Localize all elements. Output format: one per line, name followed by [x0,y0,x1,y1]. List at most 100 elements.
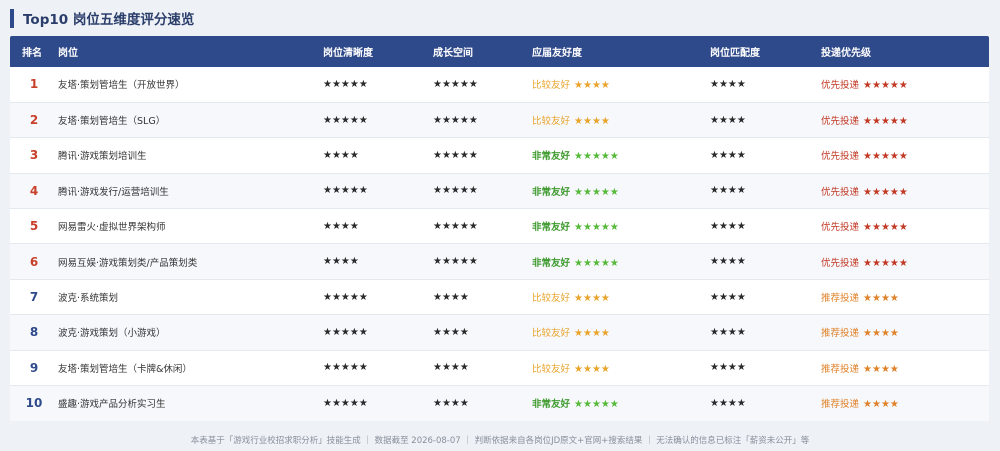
priority-label: 推荐投递 [821,399,860,411]
clarity-stars: ★★★★ [323,220,359,232]
growth-stars: ★★★★★ [433,256,478,268]
friendliness-rating: 比较友好 ★★★★ [532,102,710,137]
rank-cell: 5 [10,209,58,244]
match-rating: ★★★★ [710,67,821,102]
growth-rating: ★★★★ [433,350,532,385]
priority-stars: ★★★★★ [863,151,908,163]
growth-rating: ★★★★★ [433,173,532,208]
clarity-rating: ★★★★★ [323,173,433,208]
growth-stars: ★★★★ [433,326,469,338]
friendliness-label: 非常友好 [532,222,571,234]
rank-number: 9 [29,360,39,375]
rank-number: 6 [29,254,39,269]
position-name: 网易互娱·游戏策划类/产品策划类 [58,257,198,269]
ranking-table-card: 排名 岗位 岗位清晰度 成长空间 应届友好度 岗位匹配度 投递优先级 1 友塔·策… [10,36,989,421]
priority-label: 推荐投递 [821,293,860,305]
growth-stars: ★★★★★ [433,185,478,197]
clarity-rating: ★★★★ [323,138,433,173]
table-row[interactable]: 5 网易雷火·虚拟世界架构师 ★★★★ ★★★★★ 非常友好 ★★★★★ ★★★★ 优先投递 ★… [10,208,989,244]
growth-rating: ★★★★ [433,386,532,421]
growth-rating: ★★★★ [433,315,532,350]
friendliness-rating: 比较友好 ★★★★ [532,67,710,102]
rank-number: 7 [29,290,39,305]
clarity-rating: ★★★★★ [323,102,433,137]
clarity-stars: ★★★★★ [323,326,368,338]
priority-stars: ★★★★★ [863,257,908,269]
priority-rating: 优先投递 ★★★★★ [821,102,989,137]
rank-cell: 10 [10,386,58,421]
column-header-friendliness: 应届友好度 [532,48,582,59]
column-header-rank: 排名 [22,48,42,59]
table-row[interactable]: 6 网易互娱·游戏策划类/产品策划类 ★★★★ ★★★★★ 非常友好 ★★★★★ ★★★★ 优… [10,243,989,280]
priority-stars: ★★★★ [863,328,899,340]
clarity-stars: ★★★★ [323,149,359,161]
clarity-stars: ★★★★★ [323,114,368,126]
match-stars: ★★★★ [710,114,746,126]
friendliness-stars: ★★★★ [574,80,610,92]
match-stars: ★★★★ [710,326,746,338]
match-rating: ★★★★ [710,244,821,279]
growth-stars: ★★★★ [433,291,469,303]
friendliness-label: 非常友好 [532,257,571,269]
table-row[interactable]: 1 友塔·策划管培生（开放世界） ★★★★★ ★★★★★ 比较友好 ★★★★ ★★★★ 优先投… [10,67,989,102]
priority-rating: 优先投递 ★★★★★ [821,244,989,279]
growth-rating: ★★★★★ [433,244,532,279]
friendliness-stars: ★★★★★ [574,186,619,198]
rank-number: 10 [25,396,43,411]
match-rating: ★★★★ [710,386,821,421]
title-accent-bar [10,8,14,28]
clarity-rating: ★★★★★ [323,279,433,314]
table-header-row: 排名 岗位 岗位清晰度 成长空间 应届友好度 岗位匹配度 投递优先级 [10,36,989,67]
match-rating: ★★★★ [710,209,821,244]
table-row[interactable]: 8 波克·游戏策划（小游戏） ★★★★★ ★★★★ 比较友好 ★★★★ ★★★★ 推荐投递 ★★… [10,314,989,351]
rank-number: 3 [29,148,39,163]
friendliness-stars: ★★★★★ [574,399,619,411]
priority-stars: ★★★★★ [863,116,908,128]
friendliness-stars: ★★★★★ [574,257,619,269]
clarity-rating: ★★★★★ [323,67,433,102]
table-row[interactable]: 7 波克·系统策划 ★★★★★ ★★★★ 比较友好 ★★★★ ★★★★ 推荐投递 ★★★★ [10,279,989,314]
priority-stars: ★★★★★ [863,222,908,234]
match-stars: ★★★★ [710,185,746,197]
match-rating: ★★★★ [710,350,821,385]
friendliness-stars: ★★★★ [574,116,610,128]
friendliness-rating: 非常友好 ★★★★★ [532,244,710,279]
growth-rating: ★★★★★ [433,209,532,244]
match-stars: ★★★★ [710,220,746,232]
table-row[interactable]: 9 友塔·策划管培生（卡牌&休闲） ★★★★★ ★★★★ 比较友好 ★★★★ ★★★★ 推荐投… [10,350,989,385]
footer-note: 本表基于「游戏行业校招求职分析」技能生成 ｜ 数据截至 2026-08-07 ｜… [190,436,810,446]
table-row[interactable]: 2 友塔·策划管培生（SLG） ★★★★★ ★★★★★ 比较友好 ★★★★ ★★★★ 优先投递… [10,102,989,138]
rank-cell: 9 [10,350,58,385]
growth-rating: ★★★★★ [433,138,532,173]
growth-stars: ★★★★★ [433,149,478,161]
clarity-stars: ★★★★ [323,256,359,268]
friendliness-label: 比较友好 [532,363,571,375]
rank-number: 8 [29,325,39,340]
match-rating: ★★★★ [710,315,821,350]
table-row[interactable]: 10 盛趣·游戏产品分析实习生 ★★★★★ ★★★★ 非常友好 ★★★★★ ★★★★ 推荐投递… [10,385,989,421]
clarity-stars: ★★★★★ [323,185,368,197]
rank-cell: 7 [10,279,58,314]
rank-number: 4 [29,183,39,198]
priority-label: 推荐投递 [821,363,860,375]
match-stars: ★★★★ [710,149,746,161]
rank-cell: 1 [10,67,58,102]
match-rating: ★★★★ [710,279,821,314]
friendliness-rating: 非常友好 ★★★★★ [532,209,710,244]
position-name: 友塔·策划管培生（开放世界） [58,80,185,92]
table-row[interactable]: 3 腾讯·游戏策划培训生 ★★★★ ★★★★★ 非常友好 ★★★★★ ★★★★ 优先投递 ★★★… [10,137,989,173]
priority-label: 优先投递 [821,151,860,163]
clarity-rating: ★★★★★ [323,350,433,385]
priority-stars: ★★★★ [863,363,899,375]
clarity-stars: ★★★★★ [323,397,368,409]
growth-rating: ★★★★ [433,279,532,314]
priority-rating: 优先投递 ★★★★★ [821,138,989,173]
growth-stars: ★★★★★ [433,114,478,126]
table-row[interactable]: 4 腾讯·游戏发行/运营培训生 ★★★★★ ★★★★★ 非常友好 ★★★★★ ★★★★ 优先投… [10,173,989,209]
clarity-stars: ★★★★★ [323,362,368,374]
position-name: 网易雷火·虚拟世界架构师 [58,222,166,234]
column-header-priority: 投递优先级 [821,48,871,59]
priority-stars: ★★★★★ [863,186,908,198]
friendliness-stars: ★★★★★ [574,222,619,234]
rank-cell: 8 [10,315,58,350]
